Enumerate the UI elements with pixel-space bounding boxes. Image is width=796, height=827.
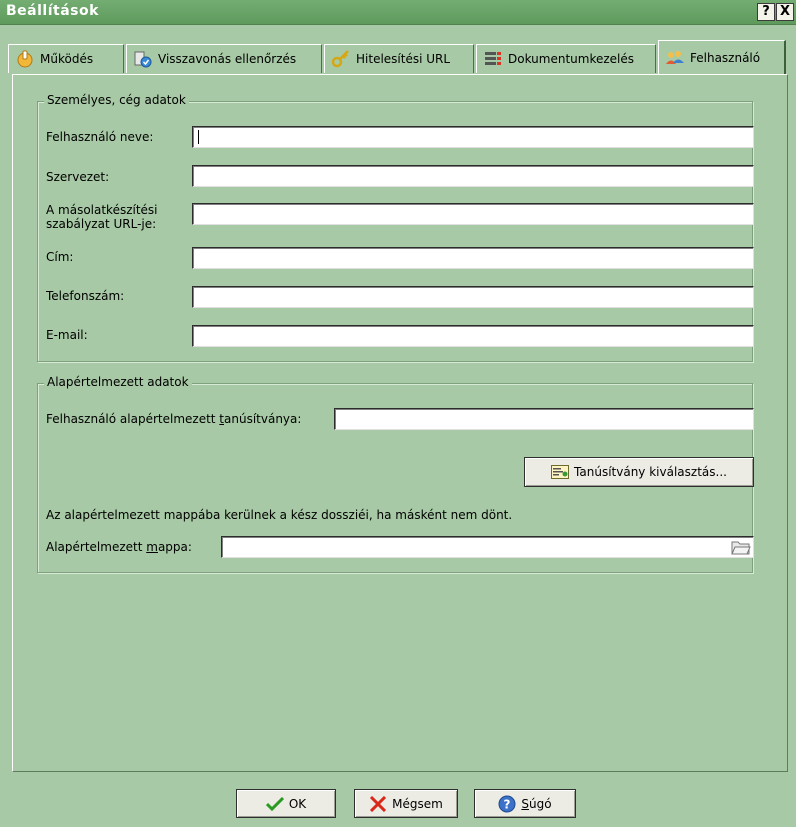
email-label: E-mail:: [46, 328, 88, 342]
certificate-icon: [551, 465, 570, 479]
ok-button[interactable]: OK: [236, 789, 336, 818]
policy-url-input[interactable]: [192, 203, 754, 225]
group-legend: Alapértelmezett adatok: [44, 375, 192, 389]
default-folder-info: Az alapértelmezett mappába kerülnek a ké…: [46, 508, 513, 522]
document-list-icon: [485, 52, 501, 65]
key-icon: [331, 50, 349, 68]
close-title-button[interactable]: X: [776, 3, 794, 21]
phone-input[interactable]: [192, 286, 754, 308]
cancel-x-icon: [370, 795, 387, 812]
tab-strip: Működés Visszavonás ellenőrzés Hitelesít…: [8, 40, 788, 74]
label-text: appa:: [157, 540, 192, 554]
select-certificate-button[interactable]: Tanúsítvány kiválasztás...: [524, 457, 754, 487]
address-label: Cím:: [46, 250, 74, 264]
accelerator-key: m: [146, 540, 158, 554]
default-folder-input[interactable]: [221, 536, 754, 558]
organization-label: Szervezet:: [46, 170, 110, 184]
checkmark-icon: [265, 796, 284, 811]
cancel-button[interactable]: Mégsem: [354, 789, 458, 818]
address-input[interactable]: [192, 247, 754, 269]
text-caret: [198, 130, 199, 144]
default-data-group: Alapértelmezett adatok Felhasználó alapé…: [37, 375, 754, 573]
default-certificate-input[interactable]: [334, 408, 754, 430]
email-input[interactable]: [192, 325, 754, 347]
tab-label: Működés: [40, 52, 94, 66]
group-legend: Személyes, cég adatok: [44, 93, 189, 107]
personal-data-group: Személyes, cég adatok Felhasználó neve: …: [37, 93, 754, 362]
button-label: Tanúsítvány kiválasztás...: [574, 465, 727, 479]
tab-label: Visszavonás ellenőrzés: [158, 52, 297, 66]
operation-icon: [17, 50, 33, 68]
help-title-button[interactable]: ?: [757, 3, 775, 21]
phone-label: Telefonszám:: [46, 289, 125, 303]
username-label: Felhasználó neve:: [46, 130, 154, 144]
tab-panel-user: Személyes, cég adatok Felhasználó neve: …: [12, 74, 788, 772]
label-text: Felhasználó alapértelmezett: [46, 412, 220, 426]
label-text: anúsítványa:: [224, 412, 302, 426]
title-bar: Beállítások ? X: [0, 0, 796, 25]
folder-icon: [731, 541, 751, 554]
tab-revocation[interactable]: Visszavonás ellenőrzés: [126, 44, 322, 73]
accelerator-key: S: [521, 796, 530, 811]
default-certificate-label: Felhasználó alapértelmezett tanúsítványa…: [46, 412, 301, 426]
tab-auth-url[interactable]: Hitelesítési URL: [324, 44, 474, 73]
browse-folder-button[interactable]: [730, 538, 752, 556]
tab-user[interactable]: Felhasználó: [658, 40, 786, 74]
window-title: Beállítások: [6, 3, 99, 19]
revocation-icon: [134, 51, 152, 68]
label-text: úgó: [529, 796, 552, 811]
help-question-icon: ?: [498, 795, 516, 812]
button-label: Mégsem: [392, 796, 443, 811]
tab-document-management[interactable]: Dokumentumkezelés: [476, 44, 656, 73]
tab-label: Felhasználó: [690, 50, 761, 65]
default-folder-label: Alapértelmezett mappa:: [46, 540, 192, 554]
button-label: Súgó: [521, 797, 551, 811]
tab-label: Hitelesítési URL: [356, 52, 451, 66]
organization-input[interactable]: [192, 165, 754, 187]
button-label: OK: [288, 796, 307, 811]
help-button[interactable]: ? Súgó: [474, 789, 576, 818]
username-input[interactable]: [192, 126, 754, 148]
svg-text:?: ?: [504, 797, 511, 811]
label-text: Alapértelmezett: [46, 540, 147, 554]
policy-url-label: A másolatkészítési szabályzat URL-je:: [46, 203, 158, 231]
tab-label: Dokumentumkezelés: [508, 52, 634, 66]
tab-operation[interactable]: Működés: [8, 44, 124, 73]
users-icon: [666, 50, 684, 64]
